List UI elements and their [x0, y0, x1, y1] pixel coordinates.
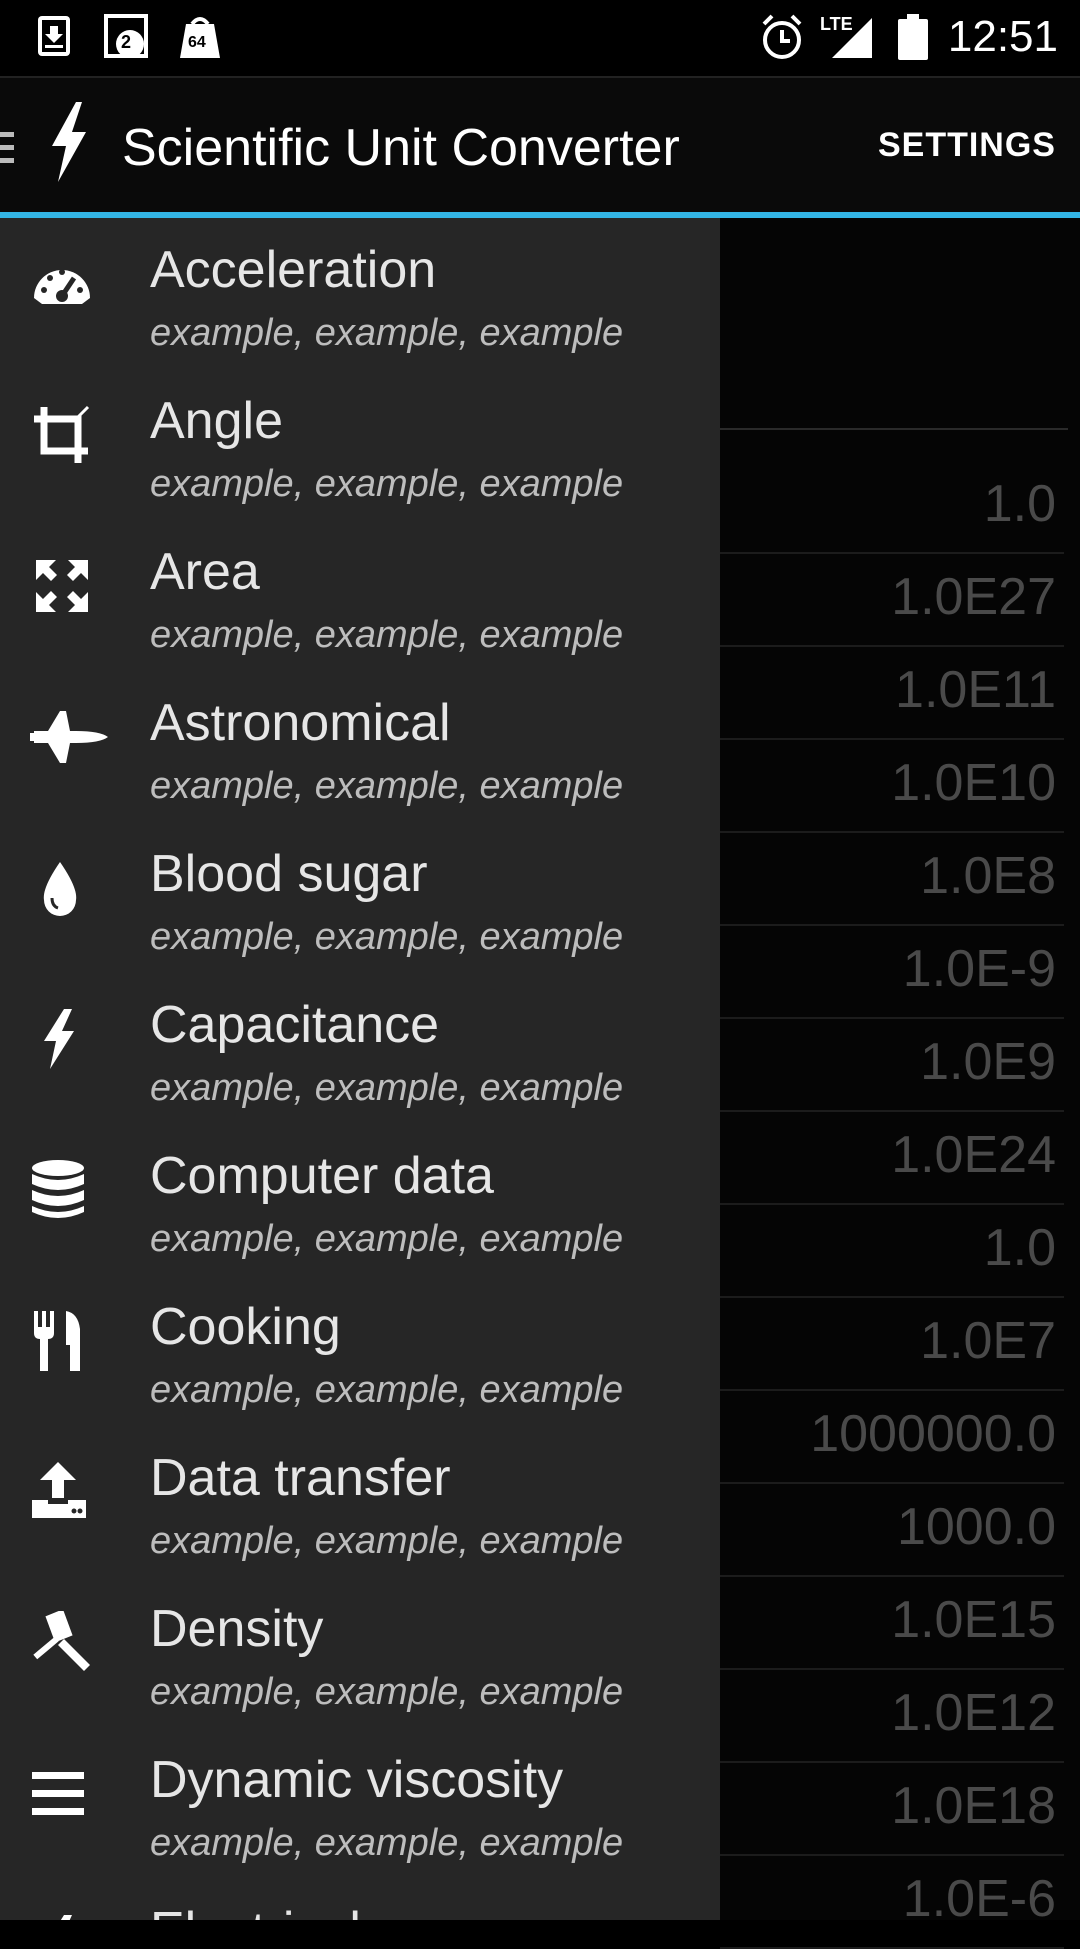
value-text: 1.0E7	[920, 1312, 1056, 1370]
alarm-icon	[760, 14, 804, 65]
drawer-item-title: Density	[150, 1600, 324, 1658]
value-text: 1.0E18	[891, 1777, 1056, 1835]
upload-icon	[30, 1460, 94, 1524]
value-text: 1.0	[983, 475, 1056, 533]
clock: 12:51	[947, 12, 1058, 61]
value-row[interactable]: 1.0E10	[720, 739, 1064, 833]
value-row[interactable]: 1000000.0	[720, 1390, 1064, 1484]
value-text: 1.0E-6	[902, 1870, 1056, 1928]
value-text: 1.0E12	[891, 1684, 1056, 1742]
space-shuttle-icon	[30, 705, 108, 769]
drawer-item-subtitle: example, example, example	[150, 1822, 624, 1864]
drawer-item-computer-data[interactable]: Computer data example, example, example	[0, 1124, 720, 1275]
value-text: 1.0E8	[920, 847, 1056, 905]
value-text: 1.0E24	[891, 1126, 1056, 1184]
drawer-item-title: Angle	[150, 392, 283, 450]
lightning-icon	[30, 1007, 94, 1071]
drawer-item-subtitle: example, example, example	[150, 1369, 624, 1411]
drawer-item-area[interactable]: Area example, example, example	[0, 520, 720, 671]
drawer-item-subtitle: example, example, example	[150, 614, 624, 656]
value-text: 1.0	[983, 1219, 1056, 1277]
value-row[interactable]: 1.0E7	[720, 1297, 1064, 1391]
drawer-item-astronomical[interactable]: Astronomical example, example, example	[0, 671, 720, 822]
drawer-item-data-transfer[interactable]: Data transfer example, example, example	[0, 1426, 720, 1577]
value-row[interactable]: 1.0E9	[720, 1018, 1064, 1112]
drawer-item-title: Electrical	[150, 1901, 361, 1920]
drawer-item-subtitle: example, example, example	[150, 765, 624, 807]
drawer-item-acceleration[interactable]: Acceleration example, example, example	[0, 218, 720, 369]
value-text: 1.0E10	[891, 754, 1056, 812]
value-row[interactable]: 1.0E-9	[720, 925, 1064, 1019]
bag-badge-icon: 64	[176, 14, 224, 67]
value-text: 1.0E-9	[902, 940, 1056, 998]
drawer-item-subtitle: example, example, example	[150, 1520, 624, 1562]
drawer-item-capacitance[interactable]: Capacitance example, example, example	[0, 973, 720, 1124]
value-row[interactable]: 1000.0	[720, 1483, 1064, 1577]
drawer-item-blood-sugar[interactable]: Blood sugar example, example, example	[0, 822, 720, 973]
download-icon	[36, 14, 72, 63]
value-text: 1.0E9	[920, 1033, 1056, 1091]
crop-icon	[30, 403, 94, 467]
badge-count: 2	[121, 32, 132, 52]
settings-button[interactable]: SETTINGS	[878, 126, 1056, 165]
drawer-item-title: Capacitance	[150, 996, 440, 1054]
drawer-item-title: Cooking	[150, 1298, 341, 1356]
value-row[interactable]: 1.0E27	[720, 553, 1064, 647]
drawer-indicator-icon[interactable]	[0, 128, 14, 173]
drawer-item-subtitle: example, example, example	[150, 463, 624, 505]
value-row[interactable]: 1.0E15	[720, 1576, 1064, 1670]
value-row[interactable]: 1.0E11	[720, 646, 1064, 740]
signal-icon: LTE	[820, 14, 876, 67]
drawer-item-title: Acceleration	[150, 241, 437, 299]
drawer-item-title: Astronomical	[150, 694, 451, 752]
lightning-icon	[30, 1913, 94, 1920]
drawer-item-title: Computer data	[150, 1147, 494, 1205]
value-row[interactable]: 1.0	[720, 460, 1064, 554]
navigation-drawer: Acceleration example, example, example Ang…	[0, 218, 720, 1920]
value-row[interactable]: 1.0E24	[720, 1111, 1064, 1205]
cutlery-icon	[30, 1309, 94, 1373]
drawer-item-subtitle: example, example, example	[150, 916, 624, 958]
drawer-item-electrical[interactable]: Electricalexample, example, example	[0, 1879, 720, 1920]
input-underline	[720, 428, 1068, 430]
drawer-item-title: Blood sugar	[150, 845, 428, 903]
value-row[interactable]: 1.0E8	[720, 832, 1064, 926]
status-bar: 2 64 LTE 12:51	[0, 0, 1080, 76]
drawer-item-subtitle: example, example, example	[150, 312, 624, 354]
value-text: 1000000.0	[810, 1405, 1056, 1463]
drawer-item-title: Data transfer	[150, 1449, 451, 1507]
database-icon	[30, 1158, 94, 1222]
drawer-item-subtitle: example, example, example	[150, 1671, 624, 1713]
expand-arrows-icon	[30, 554, 94, 618]
gavel-icon	[30, 1609, 94, 1675]
drawer-item-subtitle: example, example, example	[150, 1067, 624, 1109]
speedometer-icon	[30, 252, 94, 316]
drawer-item-dynamic-viscosity[interactable]: Dynamic viscosity example, example, examp…	[0, 1728, 720, 1879]
app-title: Scientific Unit Converter	[122, 119, 680, 177]
lightning-icon[interactable]	[46, 102, 90, 187]
drop-icon	[30, 856, 94, 920]
value-text: 1.0E27	[891, 568, 1056, 626]
drawer-item-angle[interactable]: Angle example, example, example	[0, 369, 720, 520]
menu-lines-icon	[30, 1762, 94, 1826]
drawer-item-cooking[interactable]: Cooking example, example, example	[0, 1275, 720, 1426]
gallery-badge-icon: 2	[104, 14, 152, 67]
value-text: 1.0E11	[895, 661, 1056, 719]
value-text: 1000.0	[896, 1498, 1056, 1556]
badge-count: 64	[188, 34, 206, 51]
drawer-item-title: Dynamic viscosity	[150, 1751, 564, 1809]
value-row[interactable]: 1.0E18	[720, 1762, 1064, 1856]
value-row[interactable]: 1.0E12	[720, 1669, 1064, 1763]
battery-icon	[898, 14, 928, 65]
drawer-item-density[interactable]: Density example, example, example	[0, 1577, 720, 1728]
value-row[interactable]: 1.0	[720, 1204, 1064, 1298]
drawer-item-title: Area	[150, 543, 260, 601]
network-type: LTE	[820, 14, 853, 34]
value-row[interactable]: 1.0E-6	[720, 1855, 1064, 1949]
value-text: 1.0E15	[891, 1591, 1056, 1649]
drawer-item-subtitle: example, example, example	[150, 1218, 624, 1260]
